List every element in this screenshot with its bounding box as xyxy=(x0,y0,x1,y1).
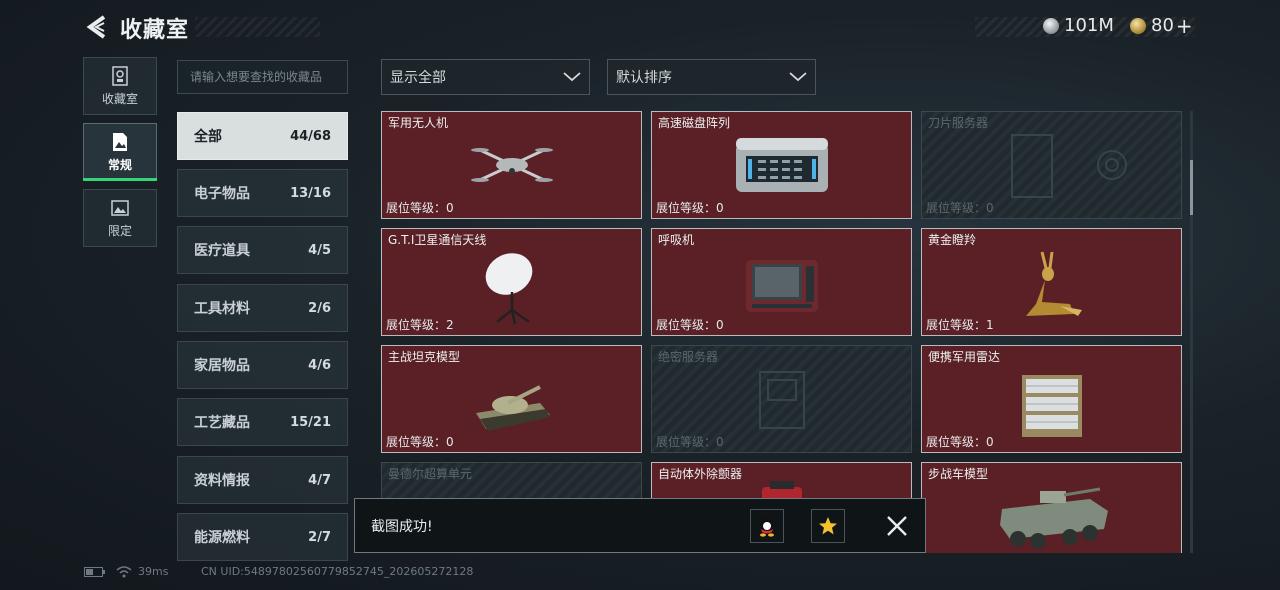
category-intel[interactable]: 资料情报 4/7 xyxy=(177,456,348,504)
search-box[interactable] xyxy=(177,60,348,94)
uid-text: CN UID:5489780256077985274​5_20260527212… xyxy=(201,565,474,578)
tab-limited[interactable]: 限定 xyxy=(83,189,157,247)
tab-regular[interactable]: 常规 xyxy=(83,123,157,181)
item-card-locked[interactable]: 刀片服务器 展位等级：0 xyxy=(921,111,1182,219)
server-icon xyxy=(1010,134,1127,198)
silver-coin-icon xyxy=(1043,17,1059,34)
add-icon[interactable]: + xyxy=(1176,16,1193,36)
ventilator-icon xyxy=(745,260,818,312)
document-icon xyxy=(113,132,127,151)
close-icon[interactable] xyxy=(885,514,909,538)
item-card-locked[interactable]: 绝密服务器 展位等级：0 xyxy=(651,345,912,453)
tab-collection[interactable]: 收藏室 xyxy=(83,57,157,115)
category-all[interactable]: 全部 44/68 xyxy=(177,112,348,160)
category-electronics[interactable]: 电子物品 13/16 xyxy=(177,169,348,217)
picture-icon xyxy=(111,199,129,216)
ifv-icon xyxy=(1000,487,1108,549)
back-arrow-icon[interactable] xyxy=(84,14,108,40)
header-decoration xyxy=(195,17,320,37)
sort-dropdown[interactable]: 默认排序 xyxy=(607,59,816,95)
item-card[interactable]: G.T.I卫星通信天线 展位等级：2 xyxy=(381,228,642,336)
chevron-down-icon xyxy=(563,72,581,82)
currency-gold[interactable]: 80 + xyxy=(1130,15,1193,36)
radar-icon xyxy=(1021,375,1082,437)
gold-coin-icon xyxy=(1130,17,1146,34)
item-card[interactable]: 便携军用雷达 展位等级：0 xyxy=(921,345,1182,453)
wifi-icon xyxy=(116,565,132,577)
tank-icon xyxy=(475,385,550,431)
category-medical[interactable]: 医疗道具 4/5 xyxy=(177,226,348,274)
item-card[interactable]: 主战坦克模型 展位等级：0 xyxy=(381,345,642,453)
server-icon xyxy=(758,371,805,429)
active-tab-indicator xyxy=(83,178,157,181)
battery-icon xyxy=(84,566,105,577)
status-bar: 39ms xyxy=(84,565,168,578)
search-input[interactable] xyxy=(178,61,347,93)
golden-gazelle-icon xyxy=(1025,251,1082,316)
screenshot-toast: 截图成功! xyxy=(354,498,926,553)
share-qzone-button[interactable] xyxy=(811,509,845,543)
category-tools[interactable]: 工具材料 2/6 xyxy=(177,284,348,332)
category-energy[interactable]: 能源燃料 2/7 xyxy=(177,513,348,561)
qq-icon xyxy=(760,517,774,537)
filter-dropdown[interactable]: 显示全部 xyxy=(381,59,590,95)
drone-icon xyxy=(470,148,553,182)
item-card[interactable]: 黄金瞪羚 展位等级：1 xyxy=(921,228,1182,336)
ping-value: 39ms xyxy=(138,565,169,578)
share-qq-button[interactable] xyxy=(750,509,784,543)
collection-grid: 军用无人机 展位等级：0 高速磁盘阵列 展位等级：0 刀片服务器 展位等级：0 … xyxy=(381,111,1184,553)
page-title: 收藏室 xyxy=(120,18,190,43)
currency-silver: 101M xyxy=(1043,15,1114,36)
item-card[interactable]: 军用无人机 展位等级：0 xyxy=(381,111,642,219)
satellite-dish-icon xyxy=(485,253,532,325)
qzone-star-icon xyxy=(819,517,837,535)
item-card[interactable]: 呼吸机 展位等级：0 xyxy=(651,228,912,336)
category-crafts[interactable]: 工艺藏品 15/21 xyxy=(177,398,348,446)
item-card[interactable]: 高速磁盘阵列 展位等级：0 xyxy=(651,111,912,219)
item-card[interactable]: 步战车模型 xyxy=(921,462,1182,553)
collection-icon xyxy=(112,65,128,86)
disk-array-icon xyxy=(735,138,828,192)
scrollbar-thumb[interactable] xyxy=(1190,160,1193,215)
chevron-down-icon xyxy=(789,72,807,82)
category-household[interactable]: 家居物品 4/6 xyxy=(177,341,348,389)
